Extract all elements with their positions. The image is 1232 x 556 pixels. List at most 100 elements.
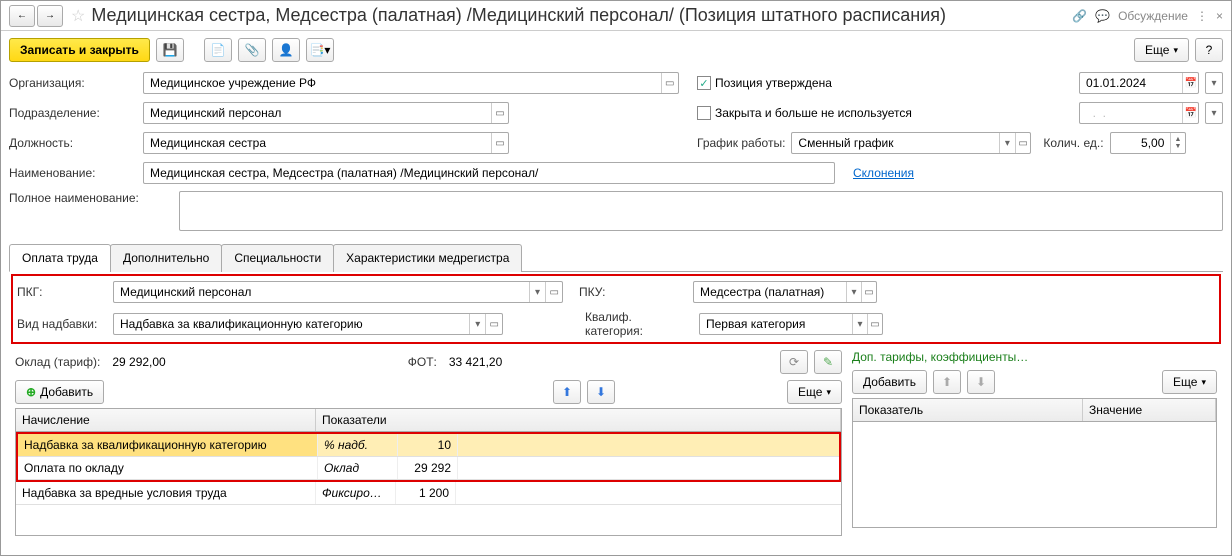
table-row[interactable]: Надбавка за квалификационную категорию %… <box>18 434 839 457</box>
pkg-input-wrap[interactable]: ▾ ▭ <box>113 281 563 303</box>
open-icon[interactable]: ▭ <box>485 314 502 334</box>
open-icon[interactable]: ▭ <box>491 103 508 123</box>
stepper-icon[interactable]: ▲▼ <box>1170 133 1184 153</box>
position-input-wrap[interactable]: ▭ <box>143 132 509 154</box>
position-label: Должность: <box>9 136 137 150</box>
open-icon[interactable]: ▭ <box>861 282 876 302</box>
attach-button[interactable]: 📎 <box>238 38 266 62</box>
arrow-up-icon: ⬆ <box>562 385 572 399</box>
structure-button[interactable]: 📑▾ <box>306 38 334 62</box>
document-icon: 📄 <box>210 43 225 57</box>
org-input-wrap[interactable]: ▭ <box>143 72 679 94</box>
back-button[interactable]: ← <box>9 5 35 27</box>
schedule-input[interactable] <box>792 134 999 152</box>
approved-checkbox[interactable]: ✓ <box>697 76 711 90</box>
pkg-input[interactable] <box>114 283 529 301</box>
qualif-input[interactable] <box>700 315 852 333</box>
schedule-label: График работы: <box>697 136 785 150</box>
accrual-name: Надбавка за квалификационную категорию <box>18 434 318 456</box>
declensions-link[interactable]: Склонения <box>853 166 914 180</box>
side-table: Показатель Значение <box>852 398 1217 528</box>
dropdown-icon[interactable]: ▾ <box>852 314 867 334</box>
more-button[interactable]: Еще ▾ <box>1134 38 1189 62</box>
col-indicator: Показатель <box>853 399 1083 421</box>
date-input-wrap[interactable]: 📅 <box>1079 72 1199 94</box>
qty-input-wrap[interactable]: ▲▼ <box>1110 132 1186 154</box>
side-more-button[interactable]: Еще ▾ <box>1162 370 1217 394</box>
structure-icon: 📑▾ <box>309 43 330 57</box>
side-add-button[interactable]: Добавить <box>852 370 927 394</box>
tab-additional[interactable]: Дополнительно <box>110 244 222 272</box>
pku-input[interactable] <box>694 283 846 301</box>
tab-specialties[interactable]: Специальности <box>221 244 334 272</box>
open-icon[interactable]: ▭ <box>867 314 882 334</box>
name-input-wrap[interactable] <box>143 162 835 184</box>
closed-label: Закрыта и больше не используется <box>715 106 912 120</box>
pku-input-wrap[interactable]: ▾ ▭ <box>693 281 877 303</box>
indicator-name: Оклад <box>318 457 398 479</box>
menu-icon[interactable]: ⋮ <box>1196 9 1208 23</box>
closed-date-input-wrap[interactable]: 📅 <box>1079 102 1199 124</box>
date-input[interactable] <box>1080 74 1182 92</box>
schedule-input-wrap[interactable]: ▾ ▭ <box>791 132 1031 154</box>
table-row[interactable]: Оплата по окладу Оклад 29 292 <box>18 457 839 480</box>
star-icon[interactable]: ☆ <box>71 6 85 26</box>
help-button[interactable]: ? <box>1195 38 1223 62</box>
move-up-button[interactable]: ⬆ <box>553 380 581 404</box>
move-down-button[interactable]: ⬇ <box>587 380 615 404</box>
open-icon[interactable]: ▭ <box>661 73 678 93</box>
arrow-up-icon: ⬆ <box>942 375 952 389</box>
dropdown-icon[interactable]: ▾ <box>846 282 861 302</box>
dropdown-icon[interactable]: ▾ <box>999 133 1015 153</box>
save-button[interactable]: 💾 <box>156 38 184 62</box>
open-icon[interactable]: ▭ <box>491 133 508 153</box>
arrow-down-icon: ⬇ <box>596 385 606 399</box>
closed-checkbox[interactable] <box>697 106 711 120</box>
add-accrual-button[interactable]: ⊕Добавить <box>15 380 104 404</box>
close-icon[interactable]: × <box>1216 9 1223 23</box>
edit-button[interactable]: ✎ <box>814 350 842 374</box>
col-indicators: Показатели <box>316 409 841 431</box>
plus-icon: ⊕ <box>26 385 36 399</box>
dropdown-icon[interactable]: ▾ <box>529 282 546 302</box>
dropdown-icon[interactable]: ▾ <box>469 314 486 334</box>
discuss-icon[interactable]: 💬 <box>1095 9 1110 23</box>
closed-date-input[interactable] <box>1080 104 1182 122</box>
extra-tariffs-link[interactable]: Доп. тарифы, коэффициенты… <box>852 350 1217 364</box>
fullname-textarea[interactable] <box>179 191 1223 231</box>
date-extra-button[interactable]: ▾ <box>1205 72 1223 94</box>
pku-label: ПКУ: <box>579 285 687 299</box>
accruals-more-button[interactable]: Еще ▾ <box>787 380 842 404</box>
forward-button[interactable]: → <box>37 5 63 27</box>
open-icon[interactable]: ▭ <box>1015 133 1031 153</box>
save-and-close-button[interactable]: Записать и закрыть <box>9 38 150 62</box>
calendar-icon[interactable]: 📅 <box>1182 73 1198 93</box>
org-input[interactable] <box>144 74 661 92</box>
name-input[interactable] <box>144 164 834 182</box>
link-icon[interactable]: 🔗 <box>1072 9 1087 23</box>
clip-icon: 📎 <box>244 43 259 57</box>
side-move-down[interactable]: ⬇ <box>967 370 995 394</box>
indicator-name: Фиксиро… <box>316 482 396 504</box>
refresh-button[interactable]: ⟳ <box>780 350 808 374</box>
tab-medreg[interactable]: Характеристики медрегистра <box>333 244 522 272</box>
bonus-type-label: Вид надбавки: <box>17 317 107 331</box>
qualif-input-wrap[interactable]: ▾ ▭ <box>699 313 883 335</box>
window-title: Медицинская сестра, Медсестра (палатная)… <box>91 5 1072 26</box>
tab-pay[interactable]: Оплата труда <box>9 244 111 272</box>
fullname-label: Полное наименование: <box>9 191 173 205</box>
calendar-icon[interactable]: 📅 <box>1182 103 1198 123</box>
document-button[interactable]: 📄 <box>204 38 232 62</box>
dept-input-wrap[interactable]: ▭ <box>143 102 509 124</box>
table-row[interactable]: Надбавка за вредные условия труда Фиксир… <box>16 482 841 505</box>
discuss-label[interactable]: Обсуждение <box>1118 9 1188 23</box>
side-move-up[interactable]: ⬆ <box>933 370 961 394</box>
closed-date-extra[interactable]: ▾ <box>1205 102 1223 124</box>
position-input[interactable] <box>144 134 491 152</box>
dept-input[interactable] <box>144 104 491 122</box>
open-icon[interactable]: ▭ <box>545 282 562 302</box>
qty-input[interactable] <box>1111 134 1171 152</box>
bonus-type-input[interactable] <box>114 315 469 333</box>
bonus-type-input-wrap[interactable]: ▾ ▭ <box>113 313 503 335</box>
person-button[interactable]: 👤 <box>272 38 300 62</box>
